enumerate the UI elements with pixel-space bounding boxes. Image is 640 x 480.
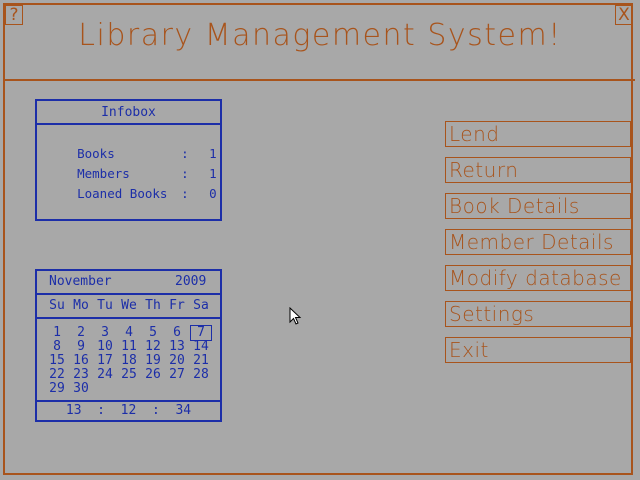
calendar-day[interactable]: 8 <box>45 340 69 354</box>
modify-database-button[interactable]: Modify database <box>445 265 631 291</box>
calendar-day[interactable]: 26 <box>141 368 165 382</box>
weekday-label: Mo <box>73 298 89 313</box>
mouse-cursor-icon <box>289 307 302 325</box>
calendar-day[interactable]: 12 <box>141 340 165 354</box>
lend-button[interactable]: Lend <box>445 121 631 147</box>
page-title: Library Management System! <box>78 18 562 53</box>
info-label: Loaned Books <box>77 186 168 201</box>
calendar-day[interactable]: 28 <box>189 368 213 382</box>
calendar-header: November 2009 <box>37 271 220 295</box>
calendar-day[interactable]: 9 <box>69 340 93 354</box>
calendar-day[interactable]: 11 <box>117 340 141 354</box>
weekday-label: We <box>121 298 137 313</box>
calendar-time-divider <box>37 400 220 402</box>
title-divider <box>3 79 635 81</box>
calendar-month: November <box>49 274 112 289</box>
calendar-day[interactable]: 3 <box>93 326 117 340</box>
calendar-day[interactable]: 30 <box>69 382 93 396</box>
calendar-day[interactable]: 2 <box>69 326 93 340</box>
book-details-button[interactable]: Book Details <box>445 193 631 219</box>
settings-button[interactable]: Settings <box>445 301 631 327</box>
weekday-label: Su <box>49 298 65 313</box>
calendar-weekdays: Su Mo Tu We Th Fr Sa <box>37 295 220 319</box>
calendar-year: 2009 <box>175 274 207 289</box>
calendar-day[interactable]: 1 <box>45 326 69 340</box>
weekday-label: Th <box>145 298 161 313</box>
infobox-panel: Infobox Books:1 Members:1 Loaned Books:0 <box>35 99 222 221</box>
weekday-label: Fr <box>169 298 185 313</box>
infobox-heading: Infobox <box>37 101 220 125</box>
calendar-day[interactable]: 16 <box>69 354 93 368</box>
calendar-day[interactable]: 13 <box>165 340 189 354</box>
weekday-label: Sa <box>193 298 209 313</box>
exit-button[interactable]: Exit <box>445 337 631 363</box>
clock-time: 13 : 12 : 34 <box>65 403 192 418</box>
calendar-day[interactable]: 29 <box>45 382 69 396</box>
calendar-day[interactable]: 4 <box>117 326 141 340</box>
calendar-day[interactable]: 24 <box>93 368 117 382</box>
calendar-day[interactable]: 18 <box>117 354 141 368</box>
calendar-day[interactable]: 6 <box>165 326 189 340</box>
calendar-day[interactable]: 23 <box>69 368 93 382</box>
member-details-button[interactable]: Member Details <box>445 229 631 255</box>
calendar-day[interactable]: 27 <box>165 368 189 382</box>
calendar-day[interactable]: 17 <box>93 354 117 368</box>
calendar-day[interactable]: 19 <box>141 354 165 368</box>
info-row-loaned-books: Loaned Books: 0 <box>47 171 217 216</box>
calendar-day[interactable]: 10 <box>93 340 117 354</box>
calendar-day[interactable]: 14 <box>189 340 213 354</box>
calendar-day[interactable]: 5 <box>141 326 165 340</box>
calendar-panel: November 2009 Su Mo Tu We Th Fr Sa 1 2 3 4 5 6 7 8 9 10… <box>35 269 222 422</box>
info-separator: : <box>181 186 189 201</box>
return-button[interactable]: Return <box>445 157 631 183</box>
calendar-day[interactable]: 15 <box>45 354 69 368</box>
calendar-day[interactable]: 22 <box>45 368 69 382</box>
calendar-day[interactable]: 21 <box>189 354 213 368</box>
calendar-day[interactable]: 20 <box>165 354 189 368</box>
info-value: 0 <box>209 186 217 201</box>
calendar-day[interactable]: 25 <box>117 368 141 382</box>
weekday-label: Tu <box>97 298 113 313</box>
